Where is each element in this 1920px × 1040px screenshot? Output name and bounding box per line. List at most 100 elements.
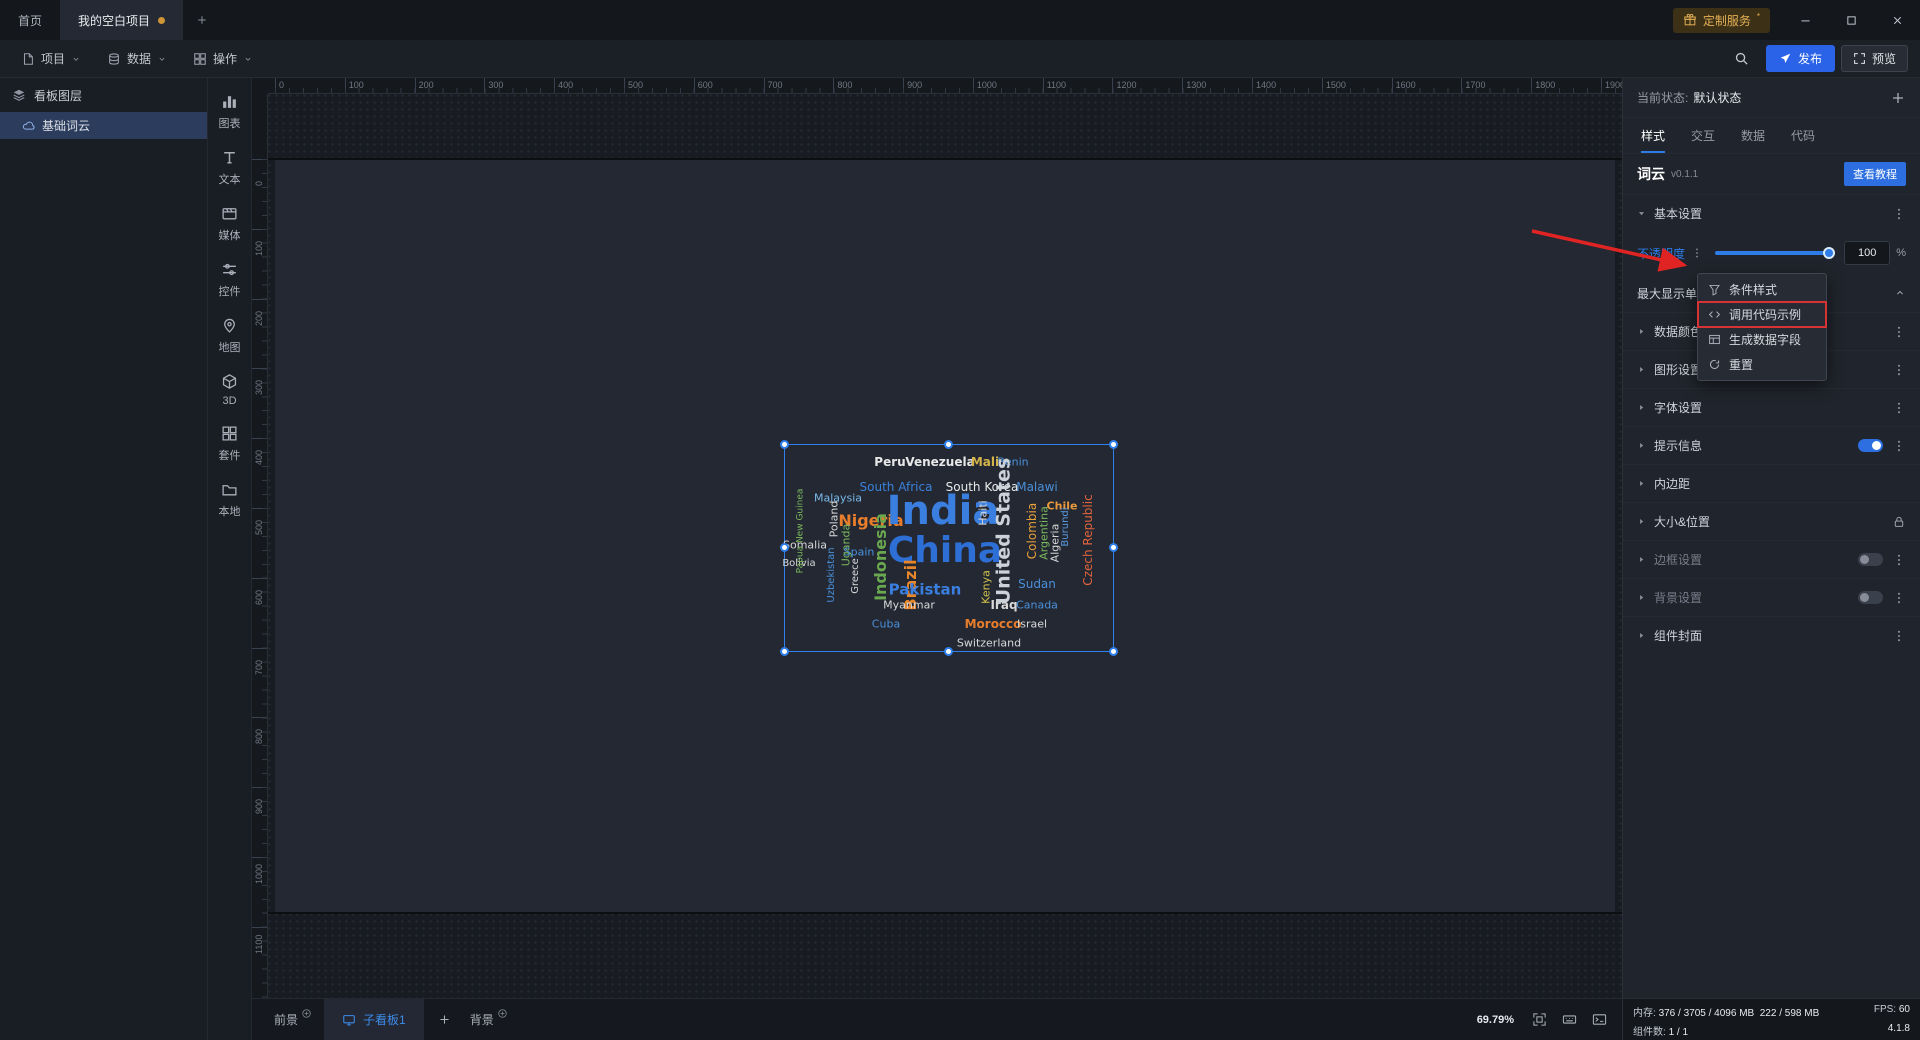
preview-button[interactable]: 预览 (1840, 45, 1908, 72)
plus-icon (196, 14, 208, 26)
section-label: 提示信息 (1654, 439, 1703, 453)
publish-button[interactable]: 发布 (1765, 45, 1835, 72)
chevron-up-icon[interactable] (1894, 287, 1906, 299)
opacity-input[interactable]: 100 (1844, 241, 1891, 265)
toggle-off[interactable] (1858, 591, 1883, 604)
more-options-icon[interactable] (1892, 629, 1906, 643)
more-options-icon[interactable] (1892, 553, 1906, 567)
section-header[interactable]: 边框设置 (1623, 540, 1920, 578)
tool-media[interactable]: 媒体 (208, 196, 251, 252)
context-menu-item[interactable]: 生成数据字段 (1698, 327, 1826, 352)
tool-chart[interactable]: 图表 (208, 84, 251, 140)
view-tutorial-button[interactable]: 查看教程 (1844, 162, 1906, 186)
wordcloud-word: Sudan (1018, 577, 1056, 591)
chevron-down-icon (71, 54, 81, 64)
section-header[interactable]: 大小&位置 (1623, 502, 1920, 540)
custom-service-badge[interactable]: 定制服务 * (1672, 7, 1770, 33)
opacity-slider[interactable] (1715, 247, 1836, 259)
new-tab-button[interactable] (183, 0, 221, 40)
menu-item[interactable]: 项目 (8, 40, 94, 77)
more-options-icon[interactable] (1892, 401, 1906, 415)
more-options-icon[interactable] (1892, 207, 1906, 221)
custom-service-label: 定制服务 (1702, 13, 1751, 28)
add-board-button[interactable] (428, 999, 462, 1040)
toggle-off[interactable] (1858, 553, 1883, 566)
tool-kit[interactable]: 套件 (208, 416, 251, 472)
section-header[interactable]: 字体设置 (1623, 388, 1920, 426)
zoom-level[interactable]: 69.79% (1467, 999, 1524, 1040)
keyboard-shortcuts-button[interactable] (1554, 999, 1584, 1040)
section-header[interactable]: 组件封面 (1623, 616, 1920, 654)
section-basic-settings[interactable]: 基本设置 (1623, 194, 1920, 232)
search-button[interactable] (1724, 40, 1760, 77)
more-options-icon[interactable] (1892, 363, 1906, 377)
toggle-on[interactable] (1858, 439, 1883, 452)
menu-item[interactable]: 操作 (180, 40, 266, 77)
resize-handle[interactable] (1109, 440, 1118, 449)
tool-text[interactable]: 文本 (208, 140, 251, 196)
text-icon (221, 149, 238, 166)
ruler-tick: 0 (275, 78, 284, 93)
more-options-icon[interactable] (1892, 439, 1906, 453)
context-menu-item[interactable]: 调用代码示例 (1697, 301, 1827, 328)
caret-right-icon (1637, 365, 1646, 374)
resize-handle[interactable] (780, 543, 789, 552)
resize-handle[interactable] (780, 440, 789, 449)
app-window: 首页 我的空白项目 定制服务 * 项目 数据 操作 发布 预览 看板图层 基础词云 (0, 0, 1920, 1040)
section-label: 数据颜色 (1654, 325, 1703, 339)
ruler-tick: 600 (693, 78, 713, 93)
ruler-tick: 1200 (1112, 78, 1137, 93)
caret-right-icon (1637, 631, 1646, 640)
titlebar-tab[interactable]: 我的空白项目 (60, 0, 184, 40)
kit-icon (221, 425, 238, 442)
inspector-tab[interactable]: 交互 (1691, 118, 1715, 153)
resize-handle[interactable] (1109, 543, 1118, 552)
ruler-tick: 800 (833, 78, 852, 93)
maximize-button[interactable] (1828, 0, 1874, 40)
menu-item[interactable]: 数据 (94, 40, 180, 77)
tool-local[interactable]: 本地 (208, 472, 251, 528)
resize-handle[interactable] (944, 647, 953, 656)
ruler-tick: 1500 (1321, 78, 1346, 93)
ruler-tick: 100 (344, 78, 364, 93)
menubar: 项目 数据 操作 发布 预览 (0, 40, 1920, 78)
opacity-options-icon[interactable] (1691, 247, 1703, 259)
tool-label: 图表 (218, 118, 241, 130)
close-button[interactable] (1874, 0, 1920, 40)
background-layer-button[interactable]: 背景 (462, 999, 516, 1040)
more-options-icon[interactable] (1892, 325, 1906, 339)
board-tab[interactable]: 子看板1 (324, 999, 424, 1040)
add-state-button[interactable] (1890, 90, 1906, 106)
tool-widget[interactable]: 控件 (208, 252, 251, 308)
layers-icon (12, 88, 26, 102)
inspector-tab[interactable]: 代码 (1791, 118, 1815, 153)
tool-cube[interactable]: 3D (208, 364, 251, 416)
layer-item[interactable]: 基础词云 (0, 112, 207, 139)
slider-knob[interactable] (1823, 247, 1836, 259)
console-button[interactable] (1584, 999, 1614, 1040)
add-circle-icon (497, 1008, 508, 1019)
publish-label: 发布 (1797, 52, 1822, 66)
inspector-tab[interactable]: 数据 (1741, 118, 1765, 153)
caret-right-icon (1637, 441, 1646, 450)
section-header[interactable]: 提示信息 (1623, 426, 1920, 464)
fit-screen-button[interactable] (1524, 999, 1554, 1040)
tool-map[interactable]: 地图 (208, 308, 251, 364)
section-header[interactable]: 内边距 (1623, 464, 1920, 502)
section-header[interactable]: 背景设置 (1623, 578, 1920, 616)
custom-service-star: * (1756, 11, 1760, 21)
resize-handle[interactable] (780, 647, 789, 656)
resize-handle[interactable] (944, 440, 953, 449)
titlebar-tab[interactable]: 首页 (0, 0, 60, 40)
context-menu-item[interactable]: 条件样式 (1698, 277, 1826, 302)
more-options-icon[interactable] (1892, 591, 1906, 605)
foreground-layer-button[interactable]: 前景 (266, 999, 320, 1040)
inspector-tab[interactable]: 样式 (1641, 118, 1666, 153)
wordcloud-component[interactable]: Peru Venezuela Mali Benin South Africa South … (780, 440, 1118, 656)
canvas-viewport[interactable]: 0 100 200 300 400 500 600 700 800 900 1000 1100 1200… (252, 78, 1622, 998)
monitor-icon (342, 1013, 356, 1027)
minimize-button[interactable] (1782, 0, 1828, 40)
context-menu-item[interactable]: 重置 (1698, 352, 1826, 377)
resize-handle[interactable] (1109, 647, 1118, 656)
lock-icon[interactable] (1892, 515, 1906, 529)
